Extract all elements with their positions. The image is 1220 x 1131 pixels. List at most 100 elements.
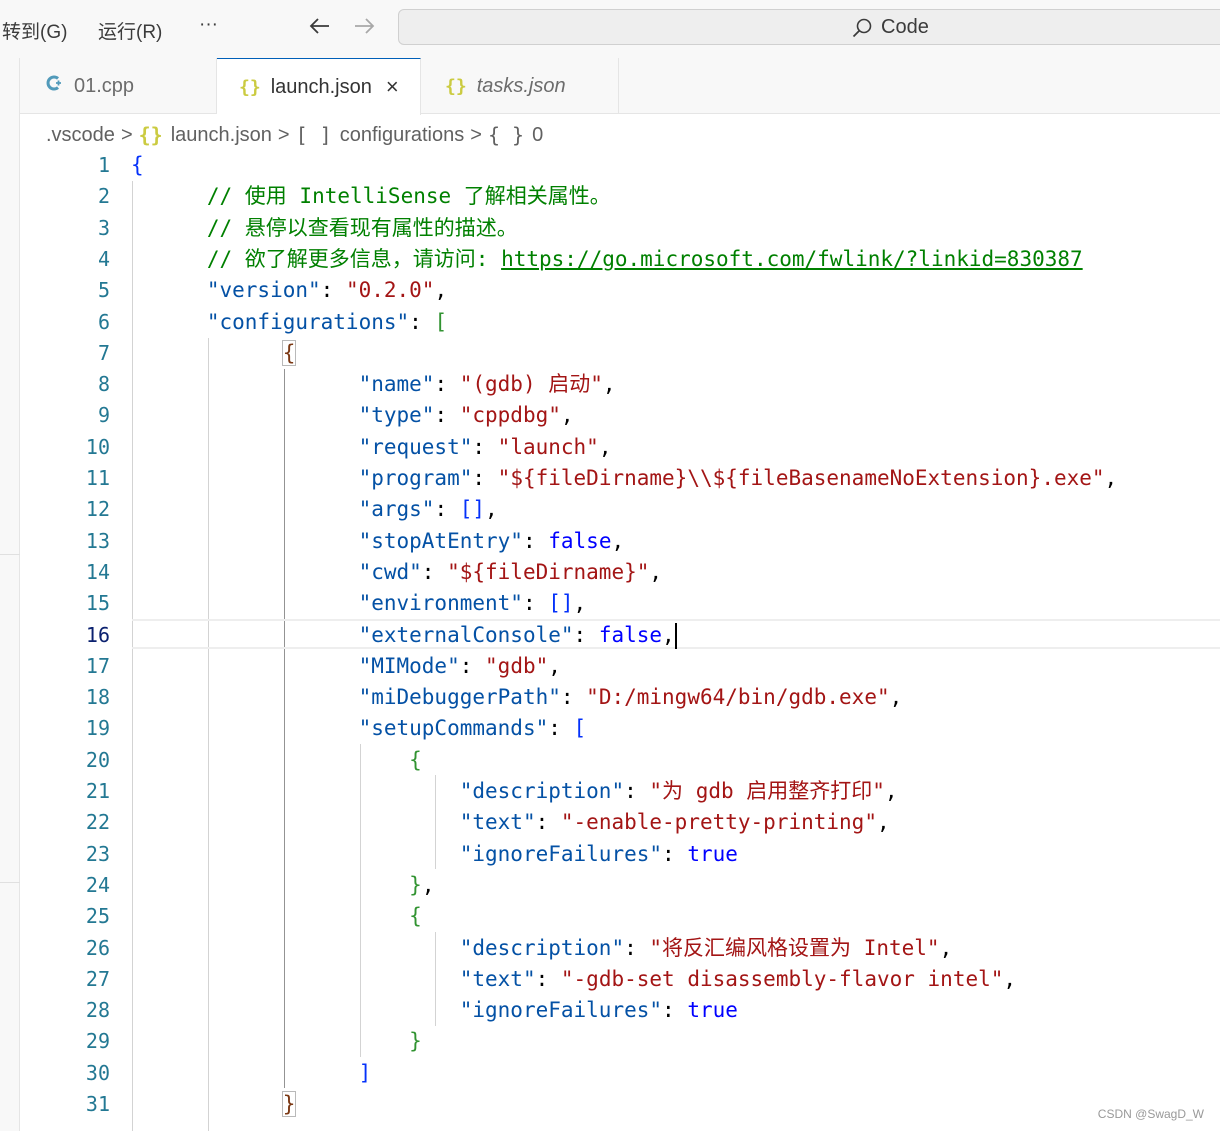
line-number: 20 [85, 747, 110, 772]
code-line: 20 { [20, 745, 1220, 776]
tab-label: 01.cpp [74, 74, 135, 97]
activity-bar-edge [0, 58, 20, 1131]
tab-bar: 01.cpp {} launch.json × {} tasks.json [20, 58, 1220, 115]
chevron-right-icon: > [277, 123, 290, 146]
bracket: [ [573, 716, 587, 741]
breadcrumb: .vscode > {} launch.json > [ ] configura… [46, 120, 543, 150]
chevron-right-icon: > [470, 123, 482, 146]
tab-label: launch.json [270, 75, 372, 98]
line-number: 24 [85, 872, 110, 897]
json-string: "0.2.0" [345, 278, 435, 303]
line-number: 30 [85, 1060, 110, 1085]
code-line: 3 // 悬停以查看现有属性的描述。 [20, 213, 1220, 244]
watermark: CSDN @SwagD_W [1097, 1107, 1204, 1121]
arrow-right-icon[interactable] [352, 14, 376, 45]
cpp-file-icon [44, 73, 64, 99]
line-number: 29 [85, 1029, 110, 1054]
code-line: 17 "MIMode": "gdb", [20, 651, 1220, 682]
tab-01-cpp[interactable]: 01.cpp [20, 58, 217, 114]
json-string: "gdb" [485, 653, 549, 678]
code-line: 13 "stopAtEntry": false, [20, 526, 1220, 557]
json-key: "args" [358, 497, 435, 522]
command-center[interactable]: Code [398, 9, 1220, 45]
line-number: 14 [85, 559, 110, 584]
line-number: 1 [97, 153, 110, 177]
line-number: 22 [85, 810, 110, 835]
json-key: "ignoreFailures" [459, 841, 663, 866]
json-string: "(gdb) 启动" [459, 372, 603, 397]
code-editor[interactable]: 1 { 2 // 使用 IntelliSense 了解相关属性。 3 // 悬停… [20, 150, 1220, 1131]
brace: { [409, 904, 422, 929]
json-file-icon: {} [239, 76, 261, 98]
breadcrumb-configurations[interactable]: configurations [340, 124, 465, 147]
object-symbol-icon: { } [487, 123, 525, 147]
code-line: 25 { [20, 901, 1220, 932]
code-line: 15 "environment": [], [20, 588, 1220, 619]
menu-more-button[interactable]: ··· [199, 14, 218, 36]
json-string: "launch" [497, 434, 599, 459]
code-line: 5 "version": "0.2.0", [20, 275, 1220, 306]
code-line: 14 "cwd": "${fileDirname}", [20, 557, 1220, 588]
line-number: 11 [85, 466, 110, 490]
title-bar: 转到(G) 运行(R) ··· Code [0, 0, 1220, 58]
line-number: 21 [85, 779, 110, 803]
json-key: "type" [358, 403, 435, 428]
json-array: [] [459, 497, 486, 522]
menu-run[interactable]: 运行(R) [98, 17, 162, 44]
json-string: "${fileDirname}" [447, 559, 650, 584]
tab-launch-json[interactable]: {} launch.json × [217, 58, 421, 115]
code-line: 2 // 使用 IntelliSense 了解相关属性。 [20, 181, 1220, 212]
code-line: 9 "type": "cppdbg", [20, 400, 1220, 431]
tab-tasks-json[interactable]: {} tasks.json [421, 58, 619, 114]
json-key: "configurations" [206, 309, 410, 334]
breadcrumb-folder[interactable]: .vscode [46, 124, 115, 147]
json-key: "miDebuggerPath" [358, 685, 561, 710]
brace: { [409, 747, 422, 772]
close-icon[interactable]: × [386, 74, 399, 100]
code-line-current: 16 "externalConsole": false, [20, 620, 1220, 651]
brace: } [409, 872, 422, 897]
tab-label: tasks.json [476, 74, 566, 97]
code-line: 19 "setupCommands": [ [20, 713, 1220, 744]
line-number: 16 [85, 622, 110, 647]
code-line: 23 "ignoreFailures": true [20, 839, 1220, 870]
search-icon [851, 17, 873, 39]
json-key: "ignoreFailures" [459, 998, 663, 1023]
bracket: [ [434, 309, 448, 334]
line-number: 17 [85, 653, 110, 678]
line-number: 8 [97, 372, 110, 397]
json-key: "text" [459, 966, 536, 991]
command-center-label: Code [881, 16, 929, 38]
json-key: "description" [459, 935, 625, 960]
json-key: "request" [358, 434, 473, 459]
code-line: 31 } [20, 1089, 1220, 1120]
code-line: 22 "text": "-enable-pretty-printing", [20, 807, 1220, 838]
line-number: 31 [85, 1092, 110, 1116]
arrow-left-icon[interactable] [308, 14, 332, 45]
code-line: 29 } [20, 1026, 1220, 1057]
json-boolean: false [548, 528, 612, 553]
code-line: 8 "name": "(gdb) 启动", [20, 369, 1220, 400]
json-string: "为 gdb 启用整齐打印" [649, 779, 885, 803]
json-key: "version" [206, 278, 321, 303]
breadcrumb-file[interactable]: launch.json [171, 124, 272, 147]
json-string: "D:/mingw64/bin/gdb.exe" [586, 685, 890, 710]
code-line: 21 "description": "为 gdb 启用整齐打印", [20, 776, 1220, 807]
comment-link[interactable]: https://go.microsoft.com/fwlink/?linkid=… [501, 247, 1083, 271]
line-number: 25 [85, 904, 110, 929]
code-line: 12 "args": [], [20, 494, 1220, 525]
code-line: 30 ] [20, 1058, 1220, 1089]
breadcrumb-object-0[interactable]: 0 [532, 124, 543, 147]
code-line: 1 { [20, 150, 1220, 181]
json-key: "environment" [358, 591, 523, 616]
code-line: 6 "configurations": [ [20, 307, 1220, 338]
line-number: 15 [85, 591, 110, 616]
menu-goto[interactable]: 转到(G) [2, 17, 67, 44]
brace: { [281, 339, 297, 366]
json-key: "setupCommands" [358, 716, 549, 741]
json-key: "MIMode" [358, 653, 460, 678]
line-number: 26 [85, 935, 110, 960]
json-string: "${fileDirname}\\${fileBasenameNoExtensi… [497, 466, 1105, 490]
line-number: 28 [85, 998, 110, 1023]
line-number: 5 [97, 278, 110, 303]
